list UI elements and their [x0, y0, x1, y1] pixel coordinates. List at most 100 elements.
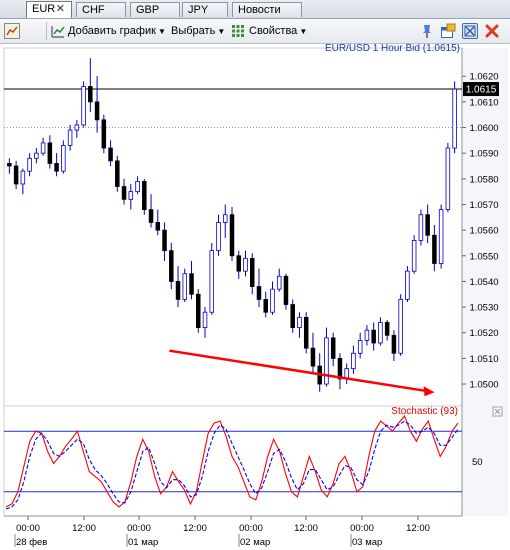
tab-jpy[interactable]: JPY [182, 2, 228, 17]
candle-body-up [411, 239, 417, 272]
candle-body-down [290, 304, 295, 329]
tab-chf[interactable]: CHF [76, 2, 126, 17]
candle [290, 299, 295, 333]
candle [405, 266, 410, 302]
candle-body-up [243, 257, 248, 272]
candle-body-down [47, 142, 53, 164]
candle-body-up [445, 147, 451, 211]
candle-body-up [405, 270, 410, 300]
candle [411, 235, 417, 274]
tab-gbp[interactable]: GBP [130, 2, 180, 17]
select-button[interactable]: Выбрать ▼ [171, 19, 225, 43]
candle-body-down [162, 229, 167, 252]
candle-body-up [74, 124, 80, 131]
candle-body-up [438, 209, 444, 264]
candle-body-down [249, 257, 255, 287]
candle-body-up [61, 145, 66, 172]
candle [445, 142, 451, 213]
zoom-icon[interactable] [462, 23, 478, 39]
candle-body-up [297, 316, 302, 329]
select-label: Выбрать [171, 25, 216, 37]
candle-body-down [283, 275, 289, 305]
candle [101, 114, 107, 154]
pin-icon[interactable] [419, 23, 435, 39]
candle [61, 140, 66, 174]
time-tick-label: 12:00 [183, 523, 207, 534]
candle-body-down [263, 298, 268, 313]
time-tick-label: 00:00 [16, 523, 40, 534]
candle-body-down [256, 286, 262, 300]
candle [418, 209, 424, 246]
chart-toolbar: Добавить график ▼ Выбрать ▼ Свойства ▼ [0, 19, 510, 44]
candle-body-up [324, 337, 329, 385]
close-icon[interactable] [484, 23, 500, 39]
candle-body-down [148, 209, 154, 223]
candle-body-up [128, 191, 134, 200]
candle [438, 204, 444, 269]
candle-body-down [175, 281, 181, 300]
candle-body-down [189, 273, 194, 295]
time-tick-label: 00:00 [350, 523, 374, 534]
tab-jpy-label: JPY [188, 4, 209, 16]
price-tick-label: 1.0600 [469, 123, 498, 134]
candle [283, 273, 289, 310]
price-tick-label: 1.0580 [469, 174, 498, 185]
candle [142, 178, 147, 215]
stochastic-title: Stochastic (93) [391, 406, 458, 417]
candle-body-down [384, 322, 390, 336]
tab-eur[interactable]: EUR ✕ [26, 1, 72, 18]
date-label: 28 фев [16, 537, 47, 548]
chevron-down-icon: ▼ [217, 27, 226, 36]
candle-body-up [27, 157, 32, 172]
price-tick-label: 1.0610 [469, 97, 498, 108]
add-chart-label: Добавить график [68, 25, 156, 37]
close-tab-icon[interactable]: ✕ [56, 2, 65, 17]
candle-body-up [357, 340, 363, 354]
candle-body-down [155, 222, 161, 231]
candle-body-down [391, 334, 397, 354]
chart-panel-icon[interactable] [4, 23, 20, 39]
candle-body-up [452, 88, 457, 149]
candle [196, 289, 201, 333]
candle-body-down [169, 250, 174, 282]
time-tick-label: 00:00 [239, 523, 263, 534]
add-chart-button[interactable]: Добавить график ▼ [68, 19, 166, 43]
candle-body-down [310, 347, 316, 367]
stochastic-plot-area [3, 405, 463, 517]
new-window-icon[interactable] [440, 23, 456, 39]
price-tick-label: 1.0520 [469, 328, 498, 339]
candle-body-down [236, 255, 242, 272]
candle [398, 294, 403, 356]
candle [452, 81, 457, 154]
time-tick-label: 00:00 [127, 523, 151, 534]
toolbar-separator [46, 22, 47, 40]
price-tick-label: 1.0560 [469, 226, 498, 237]
candle-body-up [182, 273, 188, 300]
chevron-down-icon: ▼ [299, 27, 308, 36]
tab-chf-label: CHF [82, 4, 105, 16]
properties-button[interactable]: Свойства ▼ [249, 19, 307, 43]
candle [81, 81, 86, 128]
add-chart-icon[interactable] [50, 23, 66, 39]
tab-news[interactable]: Новости [232, 2, 302, 17]
candle [209, 242, 215, 315]
tab-gbp-label: GBP [136, 4, 160, 16]
chevron-down-icon: ▼ [157, 27, 166, 36]
candle-body-down [142, 180, 147, 211]
candle-body-down [229, 214, 235, 257]
properties-icon[interactable] [230, 23, 246, 39]
price-tick-label: 1.0500 [469, 380, 498, 391]
candle-body-up [209, 250, 215, 313]
time-tick-label: 12:00 [72, 523, 96, 534]
candle-body-up [270, 288, 275, 313]
candle-body-down [108, 147, 113, 162]
candle-body-up [34, 152, 39, 159]
candle-body-up [81, 86, 86, 126]
stochastic-tick-label: 50 [472, 457, 483, 468]
last-price-label: 1.0615 [466, 85, 497, 96]
candle-body-down [432, 234, 437, 264]
date-label: 01 мар [128, 537, 158, 548]
candle-body-up [202, 311, 208, 329]
price-tick-label: 1.0540 [469, 277, 498, 288]
time-axis: 00:00 12:00 00:00 12:00 00:00 12:00 00:00 12:00… [14, 516, 430, 548]
